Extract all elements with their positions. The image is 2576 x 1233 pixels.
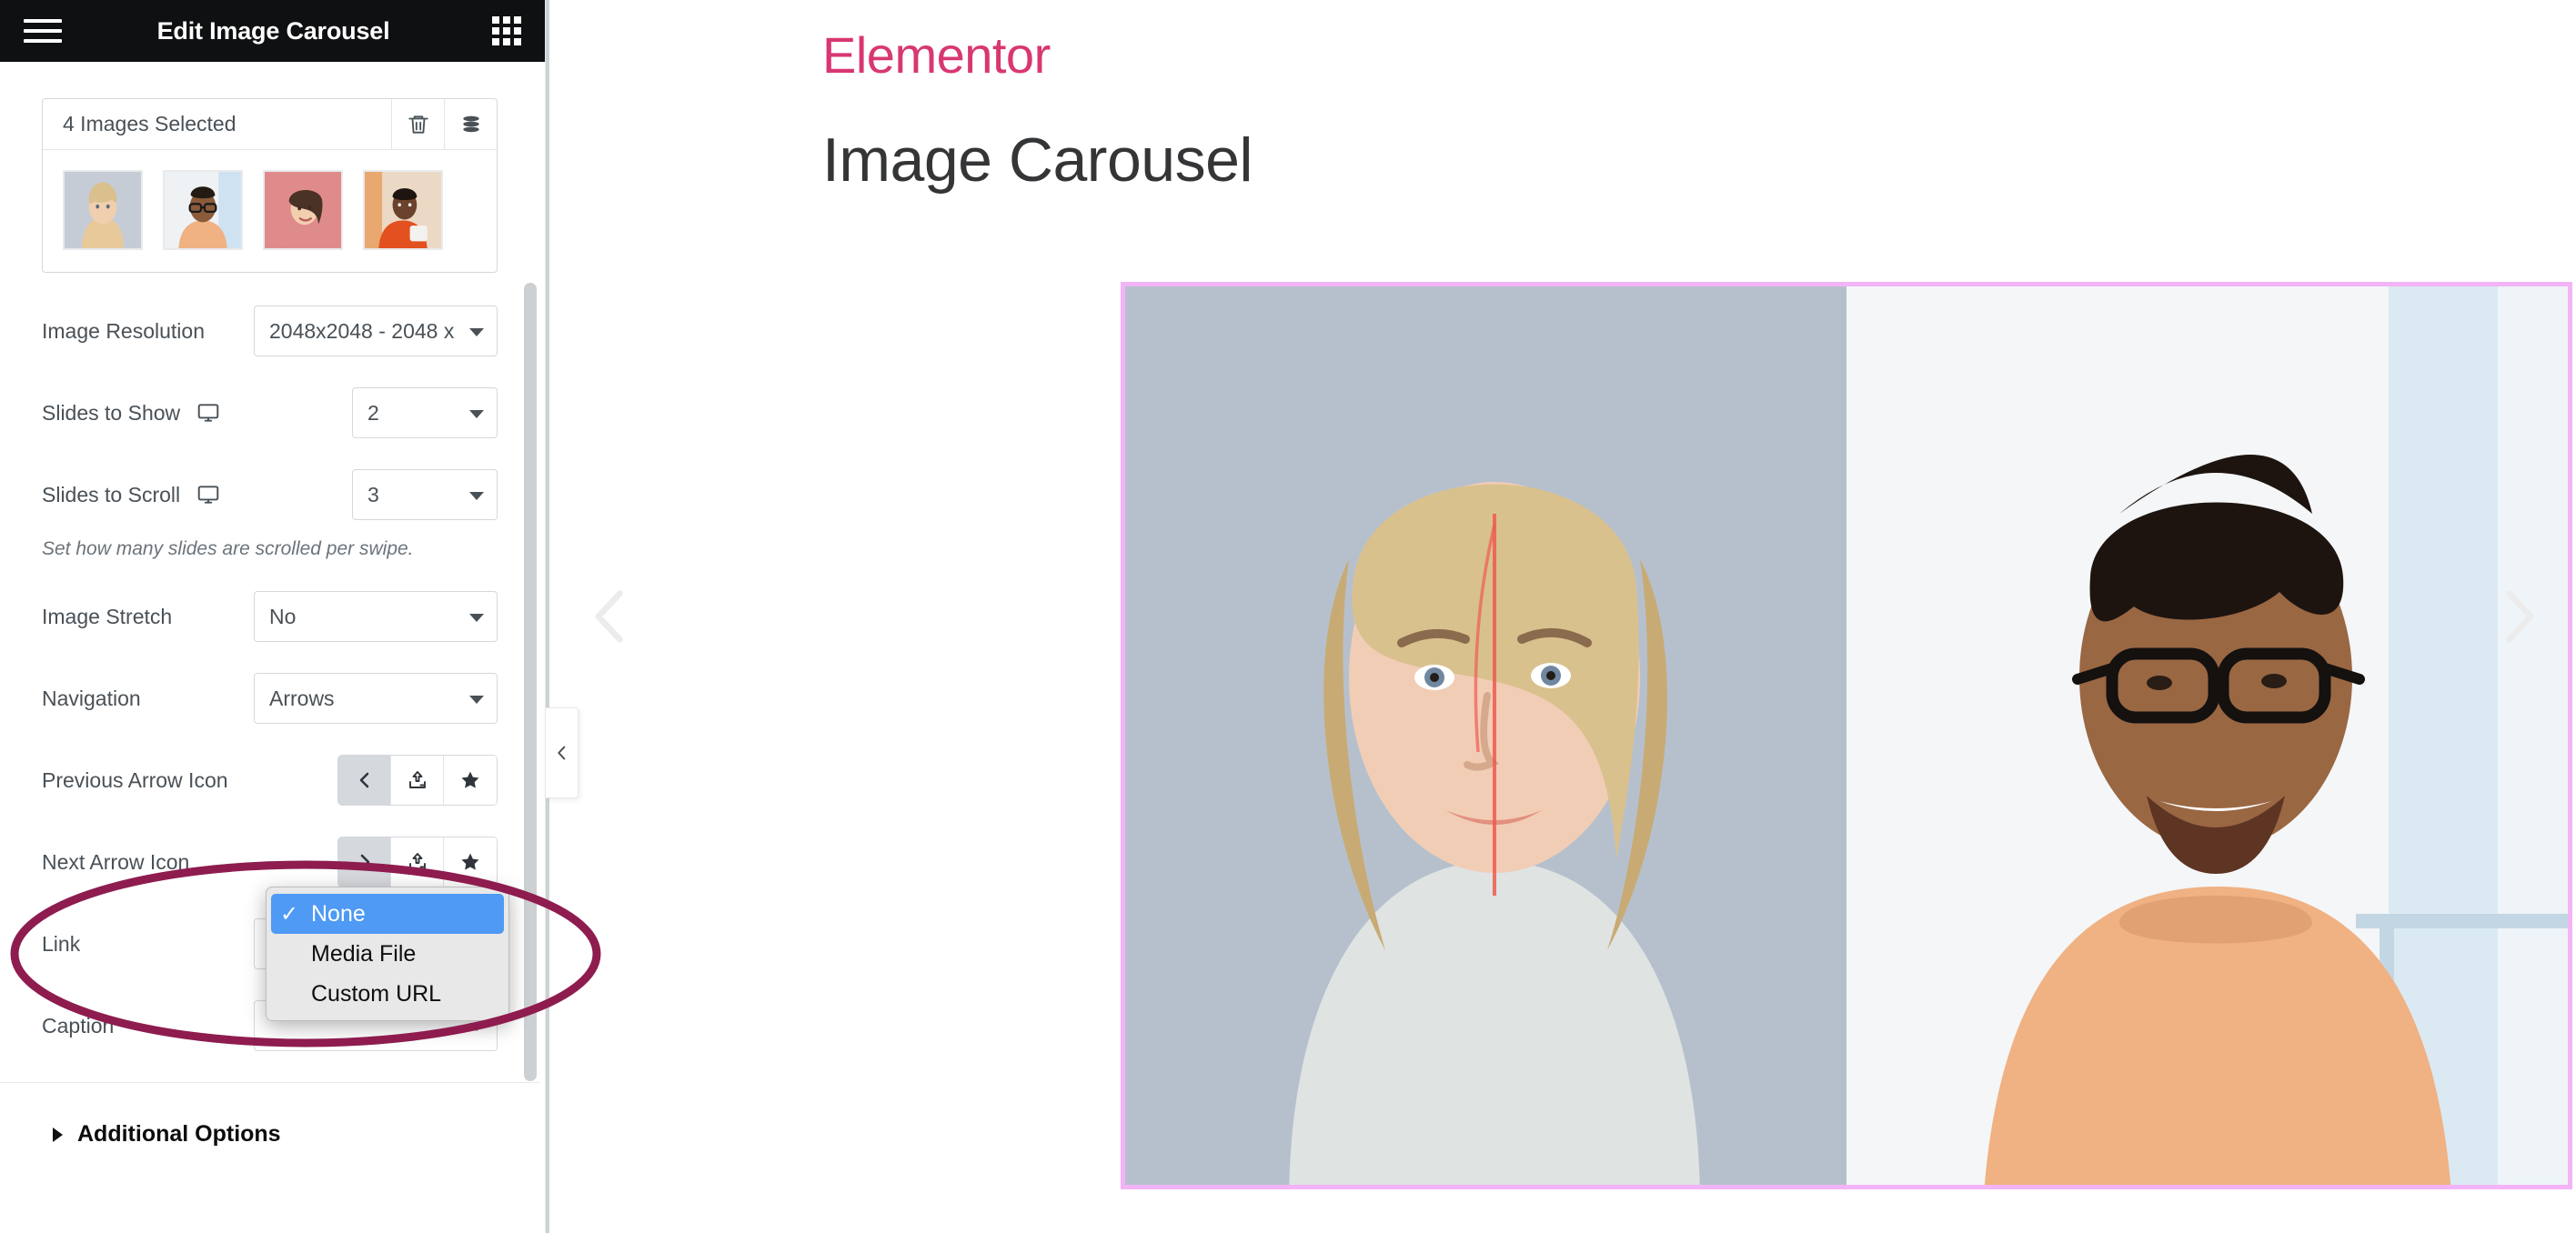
slide-image [1846, 286, 2568, 1185]
upload-icon[interactable] [391, 756, 444, 805]
control-row-next-arrow-icon: Next Arrow Icon [42, 837, 498, 887]
control-field: 2048x2048 - 2048 x [254, 306, 498, 356]
check-icon: ✓ [280, 901, 299, 927]
editor-panel: Edit Image Carousel 4 Images Selected Im… [0, 0, 601, 1233]
control-row-slides-to-scroll: Slides to Scroll 3 [42, 469, 498, 520]
control-label: Slides to Scroll [42, 482, 181, 506]
slides-to-scroll-hint: Set how many slides are scrolled per swi… [42, 538, 414, 559]
gallery-thumbnail[interactable] [63, 170, 143, 250]
carousel-prev-arrow[interactable] [577, 582, 646, 651]
additional-options-label: Additional Options [77, 1121, 281, 1147]
control-label: Image Stretch [42, 604, 173, 628]
elementor-editor: Edit Image Carousel 4 Images Selected Im… [0, 0, 2576, 1233]
stack-layers-icon[interactable] [444, 99, 497, 149]
star-icon[interactable] [444, 756, 497, 805]
page-title: Edit Image Carousel [156, 16, 390, 45]
chevron-down-icon [469, 1023, 484, 1031]
image-carousel [1125, 286, 2568, 1185]
control-row-image-resolution: Image Resolution 2048x2048 - 2048 x [42, 306, 498, 356]
dropdown-option-label: Custom URL [311, 980, 442, 1007]
carousel-section[interactable] [1121, 282, 2572, 1189]
navigation-select[interactable]: Arrows [254, 673, 498, 724]
chevron-down-icon [469, 614, 484, 622]
trash-icon[interactable] [391, 99, 444, 149]
control-label: Caption [42, 1013, 115, 1038]
gallery-thumbnails [43, 150, 497, 272]
control-label: Navigation [42, 686, 141, 710]
gallery-thumbnail[interactable] [163, 170, 243, 250]
chevron-left-icon[interactable] [338, 756, 391, 805]
control-label: Image Resolution [42, 318, 205, 343]
panel-scroll-area: 4 Images Selected Image Resolution 2048x… [0, 62, 545, 1233]
carousel-slide[interactable] [1125, 286, 1846, 1185]
dropdown-option-label: None [311, 900, 366, 927]
gallery-thumbnail[interactable] [263, 170, 343, 250]
image-resolution-select[interactable]: 2048x2048 - 2048 x [254, 306, 498, 356]
link-options-dropdown: ✓ None Media File Custom URL [266, 887, 509, 1021]
dropdown-option-media-file[interactable]: Media File [271, 934, 504, 974]
carousel-next-arrow[interactable] [2483, 582, 2552, 651]
control-row-image-stretch: Image Stretch No [42, 591, 498, 642]
grid-apps-icon[interactable] [490, 15, 521, 46]
star-icon[interactable] [444, 837, 497, 887]
control-field: 2 [352, 387, 498, 438]
select-value: 2 [367, 400, 379, 425]
carousel-slide[interactable] [1846, 286, 2568, 1185]
chevron-down-icon [469, 410, 484, 418]
control-label: Link [42, 931, 81, 956]
gallery-header: 4 Images Selected [43, 99, 497, 150]
panel-scrollbar[interactable] [524, 283, 537, 1081]
dropdown-option-custom-url[interactable]: Custom URL [271, 974, 504, 1014]
chevron-right-icon [53, 1127, 63, 1142]
control-field: No [254, 591, 498, 642]
control-field: Arrows [254, 673, 498, 724]
hamburger-icon[interactable] [24, 17, 62, 45]
additional-options-toggle[interactable]: Additional Options [42, 1083, 498, 1148]
next-arrow-icon-group [337, 837, 498, 887]
control-field [337, 837, 498, 887]
image-stretch-select[interactable]: No [254, 591, 498, 642]
control-row-previous-arrow-icon: Previous Arrow Icon [42, 755, 498, 806]
select-value: Arrows [269, 686, 335, 710]
control-row-navigation: Navigation Arrows [42, 673, 498, 724]
select-value: 2048x2048 - 2048 x [269, 318, 455, 343]
gallery-thumbnail[interactable] [363, 170, 443, 250]
control-field [337, 755, 498, 806]
chevron-down-icon [469, 492, 484, 500]
gallery-summary: 4 Images Selected [63, 112, 236, 135]
preview-heading: Image Carousel [822, 125, 1253, 195]
slides-to-scroll-select[interactable]: 3 [352, 469, 498, 520]
panel-body: 4 Images Selected Image Resolution 2048x… [0, 62, 545, 1233]
select-value: No [269, 604, 297, 628]
slides-to-show-select[interactable]: 2 [352, 387, 498, 438]
chevron-down-icon [469, 328, 484, 336]
control-field: 3 [352, 469, 498, 520]
image-gallery-control: 4 Images Selected [42, 98, 498, 273]
select-value: 3 [367, 482, 379, 506]
chevron-right-icon[interactable] [338, 837, 391, 887]
chevron-down-icon [469, 696, 484, 704]
upload-icon[interactable] [391, 837, 444, 887]
panel-collapse-toggle[interactable] [546, 707, 579, 798]
previous-arrow-icon-group [337, 755, 498, 806]
brand-logo-text: Elementor [822, 26, 1051, 84]
control-label: Next Arrow Icon [42, 849, 190, 874]
control-label: Previous Arrow Icon [42, 767, 228, 792]
slide-image [1125, 286, 1846, 1185]
dropdown-option-label: Media File [311, 940, 417, 967]
control-label: Slides to Show [42, 400, 181, 425]
preview-canvas: Elementor Image Carousel [546, 0, 2576, 1233]
control-row-slides-to-show: Slides to Show 2 [42, 387, 498, 438]
desktop-monitor-icon[interactable] [196, 483, 220, 506]
dropdown-option-none[interactable]: ✓ None [271, 894, 504, 934]
panel-header: Edit Image Carousel [0, 0, 545, 62]
desktop-monitor-icon[interactable] [196, 401, 220, 425]
